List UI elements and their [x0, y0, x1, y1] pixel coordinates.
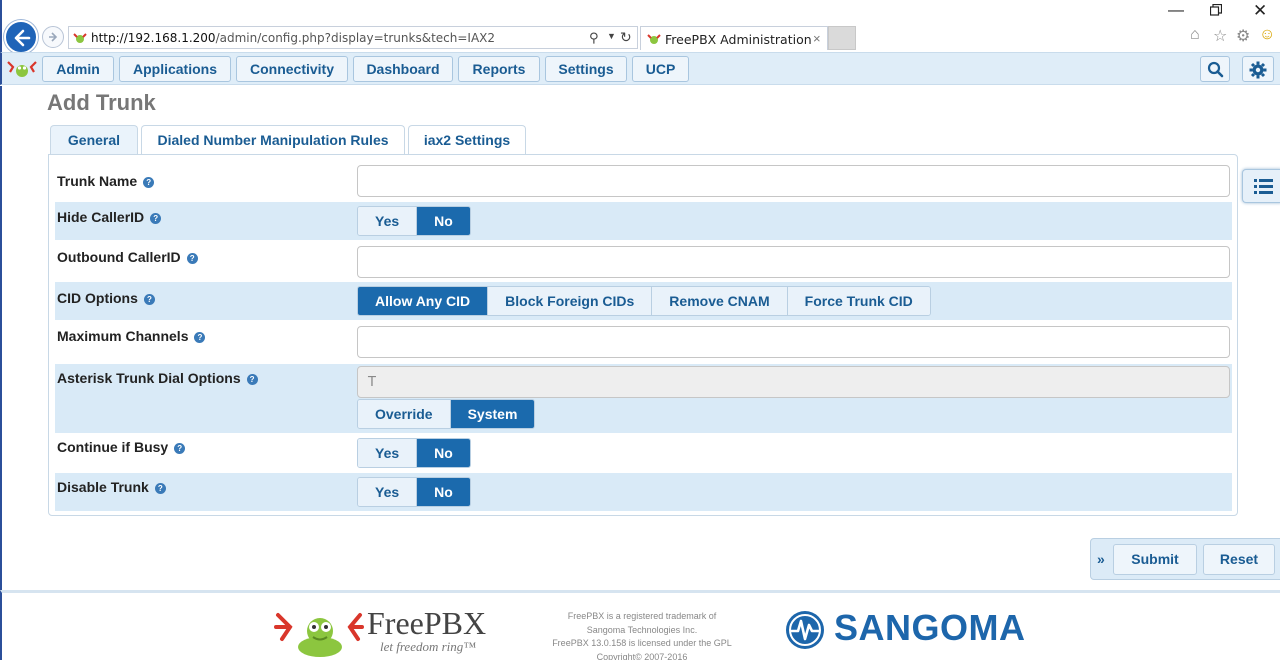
max-channels-input[interactable] [357, 326, 1230, 358]
freepbx-tagline: let freedom ring™ [380, 639, 477, 654]
hide-callerid-yes[interactable]: Yes [358, 207, 418, 235]
new-tab-button[interactable] [828, 26, 856, 50]
submit-button[interactable]: Submit [1113, 544, 1197, 575]
nav-dashboard[interactable]: Dashboard [353, 56, 453, 82]
hide-callerid-row: Hide CallerID? Yes No [55, 202, 1232, 240]
help-icon[interactable]: ? [154, 483, 166, 494]
url-text: http://192.168.1.200/admin/config.php?di… [91, 31, 496, 45]
hide-callerid-no[interactable]: No [417, 207, 470, 235]
disable-trunk-no[interactable]: No [417, 478, 470, 506]
cid-option-block-foreign-cids[interactable]: Block Foreign CIDs [488, 287, 653, 315]
general-form: Trunk Name? Hide CallerID? Yes No Outbou… [48, 154, 1238, 516]
continue-if-busy-toggle: Yes No [357, 438, 471, 468]
gear-icon [1249, 61, 1267, 79]
cid-option-allow-any-cid[interactable]: Allow Any CID [358, 287, 489, 315]
disable-trunk-label: Disable Trunk? [57, 479, 166, 495]
continue-if-busy-row: Continue if Busy? Yes No [55, 434, 1232, 472]
forward-arrow-icon[interactable] [42, 26, 64, 48]
collapse-chevron-icon[interactable]: » [1097, 551, 1105, 567]
cid-option-force-trunk-cid[interactable]: Force Trunk CID [787, 287, 930, 315]
home-icon[interactable]: ⌂ [1190, 26, 1200, 44]
nav-reports[interactable]: Reports [458, 56, 540, 82]
top-navigation: Admin Applications Connectivity Dashboar… [0, 52, 1280, 85]
outbound-callerid-row: Outbound CallerID? [55, 241, 1232, 281]
hide-callerid-label: Hide CallerID? [57, 209, 162, 225]
dial-options-system[interactable]: System [450, 400, 535, 428]
sidebar-toggle-button[interactable] [1242, 169, 1280, 203]
back-arrow-icon[interactable] [4, 20, 38, 54]
freepbx-logo-icon[interactable] [6, 58, 38, 80]
continue-if-busy-yes[interactable]: Yes [358, 439, 418, 467]
continue-if-busy-no[interactable]: No [417, 439, 470, 467]
help-icon[interactable]: ? [246, 374, 258, 385]
outbound-callerid-label: Outbound CallerID? [57, 249, 198, 265]
help-icon[interactable]: ? [150, 213, 162, 224]
disable-trunk-toggle: Yes No [357, 477, 471, 507]
disable-trunk-row: Disable Trunk? Yes No [55, 473, 1232, 511]
dial-options-label: Asterisk Trunk Dial Options? [57, 370, 258, 386]
help-icon[interactable]: ? [174, 443, 186, 454]
smiley-feedback-icon[interactable]: ☺ [1259, 26, 1275, 44]
cid-options-label: CID Options? [57, 290, 155, 306]
outbound-callerid-input[interactable] [357, 246, 1230, 278]
minimize-icon[interactable]: — [1168, 2, 1184, 20]
action-bar: » Submit Reset [1090, 538, 1280, 580]
freepbx-brand-name: FreePBX [367, 605, 487, 641]
cid-options-group: Allow Any CID Block Foreign CIDs Remove … [357, 286, 931, 316]
dial-options-input[interactable]: T [357, 366, 1230, 398]
cid-option-remove-cnam[interactable]: Remove CNAM [652, 287, 788, 315]
list-icon [1254, 179, 1273, 194]
browser-chrome: http://192.168.1.200/admin/config.php?di… [0, 0, 1280, 54]
page-content: Add Trunk General Dialed Number Manipula… [0, 86, 1280, 590]
max-channels-row: Maximum Channels? [55, 321, 1232, 363]
tab-close-icon[interactable]: × [813, 31, 821, 46]
freepbx-frog-logo-icon [274, 613, 364, 657]
help-icon[interactable]: ? [143, 177, 155, 188]
nav-applications[interactable]: Applications [119, 56, 231, 82]
dial-options-override[interactable]: Override [358, 400, 451, 428]
nav-search-button[interactable] [1200, 56, 1230, 82]
dial-options-row: Asterisk Trunk Dial Options? T Override … [55, 364, 1232, 433]
restore-window-icon[interactable] [1210, 4, 1222, 16]
legal-notice: FreePBX is a registered trademark of San… [552, 611, 732, 660]
close-window-icon[interactable]: ✕ [1253, 1, 1267, 21]
search-icon[interactable]: ⚲ [589, 30, 599, 46]
tab-general[interactable]: General [50, 125, 138, 156]
search-icon [1207, 61, 1224, 78]
browser-tab-title: FreePBX Administration [665, 32, 812, 47]
browser-tab[interactable]: FreePBX Administration × [640, 26, 828, 50]
sangoma-logo-icon [786, 611, 824, 649]
dropdown-arrow-icon[interactable]: ▼ [607, 31, 616, 41]
page-title: Add Trunk [47, 90, 156, 115]
address-bar[interactable]: http://192.168.1.200/admin/config.php?di… [68, 26, 638, 49]
continue-if-busy-label: Continue if Busy? [57, 439, 186, 455]
nav-settings-button[interactable] [1242, 56, 1274, 82]
trunk-name-row: Trunk Name? [55, 161, 1232, 201]
help-icon[interactable]: ? [143, 294, 155, 305]
hide-callerid-toggle: Yes No [357, 206, 471, 236]
freepbx-favicon-icon [73, 33, 87, 43]
nav-settings[interactable]: Settings [545, 56, 627, 82]
help-icon[interactable]: ? [186, 253, 198, 264]
tab-dialed-number-manipulation-rules[interactable]: Dialed Number Manipulation Rules [141, 125, 405, 155]
favorites-star-icon[interactable]: ☆ [1213, 26, 1227, 46]
sangoma-brand-name: SANGOMA [834, 607, 1026, 648]
dial-options-toggle: Override System [357, 399, 536, 429]
footer: FreePBX let freedom ring™ FreePBX is a r… [0, 590, 1280, 660]
tab-iax2-settings[interactable]: iax2 Settings [408, 125, 526, 155]
refresh-icon[interactable]: ↻ [620, 29, 632, 46]
nav-connectivity[interactable]: Connectivity [236, 56, 348, 82]
max-channels-label: Maximum Channels? [57, 328, 206, 344]
settings-gear-icon[interactable]: ⚙ [1236, 26, 1250, 46]
nav-ucp[interactable]: UCP [632, 56, 689, 82]
help-icon[interactable]: ? [194, 332, 206, 343]
nav-admin[interactable]: Admin [42, 56, 114, 82]
cid-options-row: CID Options? Allow Any CID Block Foreign… [55, 282, 1232, 320]
disable-trunk-yes[interactable]: Yes [358, 478, 418, 506]
freepbx-favicon-icon [647, 34, 661, 44]
reset-button[interactable]: Reset [1203, 544, 1275, 575]
trunk-name-input[interactable] [357, 165, 1230, 197]
trunk-name-label: Trunk Name? [57, 173, 155, 189]
